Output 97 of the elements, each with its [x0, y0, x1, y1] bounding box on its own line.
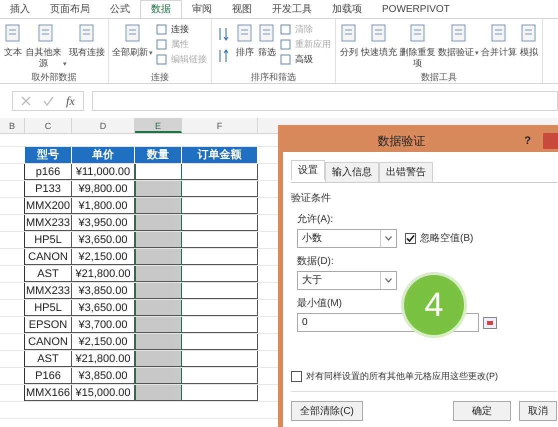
function-button[interactable]: fx	[66, 92, 75, 110]
ribbon-tab[interactable]: POWERPIVOT	[372, 0, 460, 18]
dialog-tab[interactable]: 输入信息	[325, 162, 379, 182]
small-command-icon	[280, 24, 291, 34]
selected-cell[interactable]	[135, 232, 182, 248]
table-header-cell: 数量	[135, 147, 182, 163]
selected-cell[interactable]	[135, 249, 182, 265]
ribbon-tab[interactable]: 视图	[222, 0, 262, 18]
ribbon-tab[interactable]: 插入	[0, 0, 40, 18]
table-cell: AST	[25, 351, 72, 367]
table-cell: MMX233	[25, 215, 72, 231]
section-label: 验证条件	[291, 192, 332, 206]
sort-descending-icon[interactable]	[218, 49, 230, 63]
checkbox[interactable]	[405, 233, 416, 244]
ribbon-button[interactable]: 筛选	[258, 47, 276, 58]
table-cell: P133	[25, 181, 72, 197]
table-cell: MMX200	[25, 198, 72, 214]
ribbon-button[interactable]: 排序	[236, 47, 254, 58]
ribbon-button[interactable]: 数据验证	[438, 47, 474, 58]
dialog-tab[interactable]: 设置	[291, 160, 325, 180]
ribbon-command[interactable]: 连接	[171, 23, 189, 35]
ribbon-button[interactable]: 删除重复项	[399, 47, 436, 69]
column-header[interactable]: B	[0, 118, 25, 133]
selected-cell[interactable]	[135, 266, 182, 282]
checkbox[interactable]	[291, 370, 302, 382]
checkbox-label: 忽略空值(B)	[420, 232, 474, 246]
table-header-cell: 订单金额	[182, 147, 258, 163]
column-header[interactable]: F	[182, 118, 258, 133]
allow-dropdown[interactable]: 小数	[297, 229, 397, 248]
ribbon-button[interactable]: 模拟	[520, 47, 538, 58]
formula-input[interactable]	[92, 91, 558, 111]
table-header-cell: 型号	[25, 147, 72, 163]
selected-cell[interactable]	[135, 317, 182, 333]
selected-cell[interactable]	[135, 283, 182, 299]
ribbon-button[interactable]: 文本	[4, 47, 22, 58]
column-header[interactable]: C	[25, 118, 72, 133]
small-command-icon	[156, 38, 167, 50]
ribbon-group-label: 连接	[151, 71, 169, 83]
small-command-icon	[156, 54, 167, 64]
ribbon-button[interactable]: 全部刷新	[112, 47, 148, 58]
selected-cell[interactable]	[135, 334, 182, 350]
ribbon-button[interactable]: 合并计算	[481, 47, 517, 58]
ribbon-button[interactable]: 分列	[340, 47, 358, 58]
selected-cell[interactable]	[135, 300, 182, 316]
selected-cell[interactable]	[135, 368, 182, 384]
ribbon-tab[interactable]: 开发工具	[262, 0, 322, 18]
help-button[interactable]: ?	[520, 132, 535, 150]
selected-cell[interactable]	[135, 181, 182, 197]
table-cell: HP5L	[25, 300, 72, 316]
small-command-icon	[280, 38, 291, 50]
selected-cell[interactable]	[135, 351, 182, 367]
column-header[interactable]: E	[135, 118, 182, 133]
table-cell: AST	[25, 266, 72, 282]
field-label: 数据(D):	[297, 255, 335, 269]
table-cell: EPSON	[25, 317, 72, 333]
range-picker-icon[interactable]	[483, 316, 497, 328]
document-icon	[448, 23, 468, 43]
dialog-button[interactable]: 取消	[519, 401, 557, 421]
selected-cell[interactable]	[135, 164, 182, 180]
field-label: 最小值(M)	[297, 296, 342, 311]
ribbon-tab[interactable]: 加载项	[322, 0, 372, 18]
dialog-button[interactable]: 全部清除(C)	[291, 401, 363, 421]
sort-ascending-icon[interactable]	[218, 27, 230, 41]
selected-cell[interactable]	[135, 215, 182, 231]
dialog-title: 数据验证	[376, 133, 427, 150]
ribbon-tab[interactable]: 数据	[140, 0, 182, 18]
table-cell: MMX233	[25, 283, 72, 299]
field-label: 允许(A):	[297, 212, 334, 227]
document-icon	[122, 23, 142, 43]
table-cell: CANON	[25, 334, 72, 350]
ribbon-tab[interactable]: 审阅	[182, 0, 222, 18]
table-cell: HP5L	[25, 232, 72, 248]
table-header-cell: 单价	[72, 147, 135, 163]
table-cell: CANON	[25, 249, 72, 265]
ribbon-command[interactable]: 高级	[295, 53, 313, 65]
dialog-button[interactable]: 确定	[453, 401, 511, 421]
checkbox-label: 对有同样设置的所有其他单元格应用这些更改(P)	[306, 370, 498, 383]
ribbon-button[interactable]: 现有连接	[69, 47, 105, 58]
selected-cell[interactable]	[135, 198, 182, 214]
ribbon-group-label: 排序和筛选	[251, 71, 296, 83]
ribbon-button[interactable]: 快速填充	[361, 47, 397, 58]
table-cell: p166	[25, 164, 72, 180]
data-dropdown[interactable]: 大于	[297, 271, 397, 290]
caret-icon	[385, 278, 392, 283]
ribbon-button[interactable]: 自其他来源	[25, 47, 62, 69]
selected-cell[interactable]	[135, 385, 182, 401]
ribbon-tab[interactable]: 页面布局	[40, 0, 100, 18]
caret-icon	[385, 236, 392, 241]
table-cell: P166	[25, 368, 72, 384]
small-command-icon	[280, 54, 291, 64]
document-icon	[408, 23, 428, 43]
small-command-icon	[156, 24, 167, 34]
ribbon-group-label: 取外部数据	[32, 71, 76, 83]
ribbon-group-label: 数据工具	[421, 71, 457, 83]
dialog-tab[interactable]: 出错警告	[379, 162, 433, 182]
table-cell: MMX166	[25, 385, 72, 401]
ribbon-tab[interactable]: 公式	[100, 0, 140, 18]
